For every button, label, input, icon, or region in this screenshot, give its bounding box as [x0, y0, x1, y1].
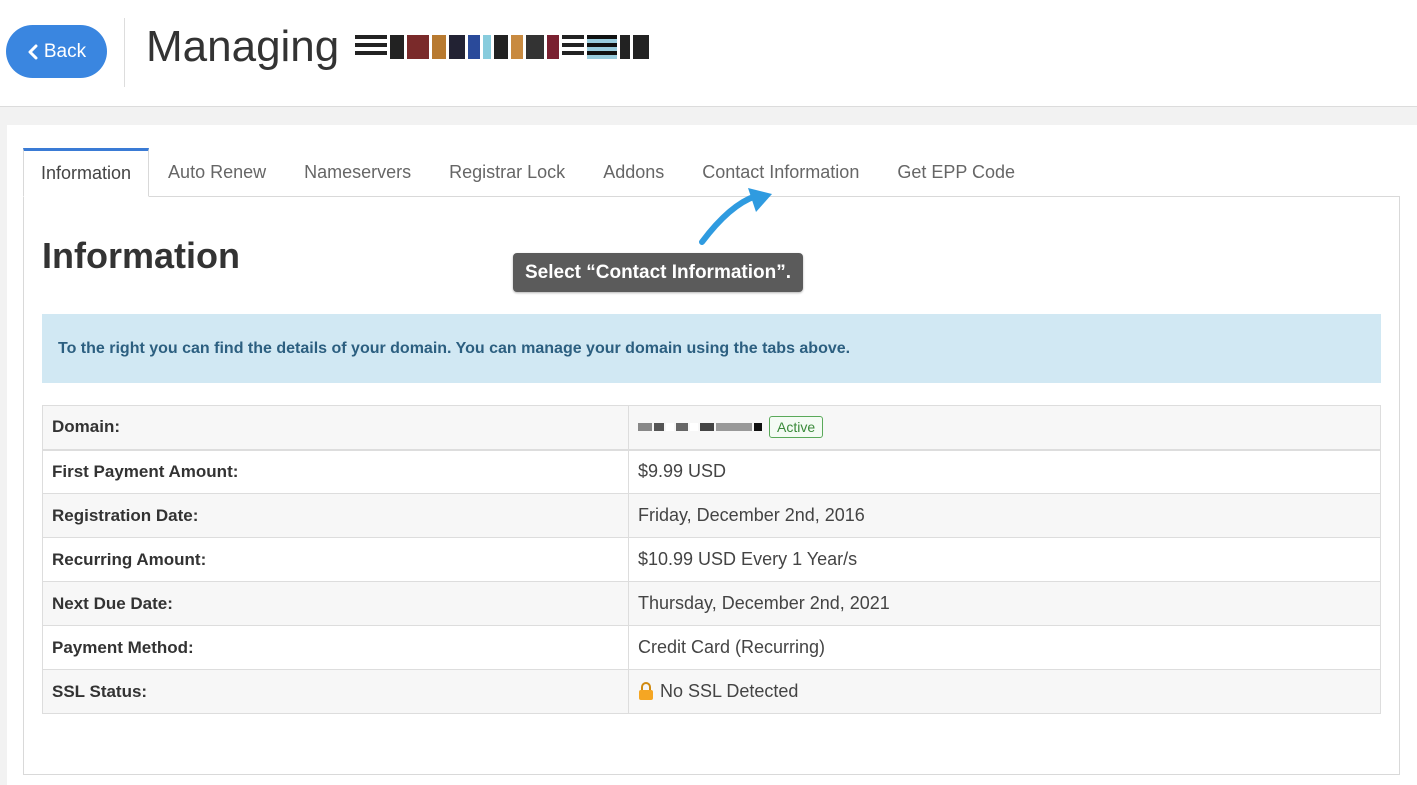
table-row: Payment Method: Credit Card (Recurring) [42, 625, 1381, 670]
tab-nameservers[interactable]: Nameservers [285, 148, 430, 197]
chevron-left-icon [28, 44, 38, 59]
info-alert: To the right you can find the details of… [42, 314, 1381, 383]
section-title: Information [42, 235, 240, 276]
page-title: Managing [146, 22, 652, 72]
redacted-domain [638, 423, 764, 432]
lock-icon [639, 682, 653, 700]
payment-method-label: Payment Method: [42, 625, 629, 670]
recurring-amount-label: Recurring Amount: [42, 537, 629, 582]
back-button-label: Back [43, 40, 87, 62]
tutorial-callout: Select “Contact Information”. [513, 253, 803, 292]
tab-get-epp-code[interactable]: Get EPP Code [878, 148, 1034, 197]
status-badge: Active [769, 416, 824, 439]
table-row: Recurring Amount: $10.99 USD Every 1 Yea… [42, 537, 1381, 582]
payment-method-value: Credit Card (Recurring) [628, 625, 1381, 670]
next-due-date-value: Thursday, December 2nd, 2021 [628, 581, 1381, 626]
top-bar: Back Managing [0, 0, 1417, 107]
registration-date-value: Friday, December 2nd, 2016 [628, 493, 1381, 538]
table-row: Registration Date: Friday, December 2nd,… [42, 493, 1381, 538]
next-due-date-label: Next Due Date: [42, 581, 629, 626]
first-payment-value: $9.99 USD [628, 449, 1381, 494]
table-row: Domain: Active [42, 405, 1381, 451]
table-row: First Payment Amount: $9.99 USD [42, 449, 1381, 494]
ssl-status-label: SSL Status: [42, 669, 629, 714]
tab-registrar-lock[interactable]: Registrar Lock [430, 148, 584, 197]
tab-auto-renew[interactable]: Auto Renew [149, 148, 285, 197]
redacted-domain-name [355, 32, 652, 62]
first-payment-label: First Payment Amount: [42, 449, 629, 494]
tab-bar: Information Auto Renew Nameservers Regis… [23, 148, 1034, 197]
pointer-arrow-icon [699, 188, 772, 245]
ssl-status-value: No SSL Detected [628, 669, 1381, 714]
registration-date-label: Registration Date: [42, 493, 629, 538]
ssl-status-text: No SSL Detected [660, 681, 799, 701]
page-title-text: Managing [146, 22, 340, 71]
header-divider [124, 18, 125, 87]
back-button[interactable]: Back [6, 25, 107, 78]
domain-label: Domain: [42, 405, 629, 451]
tab-information[interactable]: Information [23, 148, 150, 197]
table-row: SSL Status: No SSL Detected [42, 669, 1381, 714]
domain-value: Active [628, 405, 1381, 451]
table-row: Next Due Date: Thursday, December 2nd, 2… [42, 581, 1381, 626]
recurring-amount-value: $10.99 USD Every 1 Year/s [628, 537, 1381, 582]
tab-addons[interactable]: Addons [584, 148, 683, 197]
domain-details-table: Domain: Active First Payment Amount: $9.… [42, 405, 1381, 714]
